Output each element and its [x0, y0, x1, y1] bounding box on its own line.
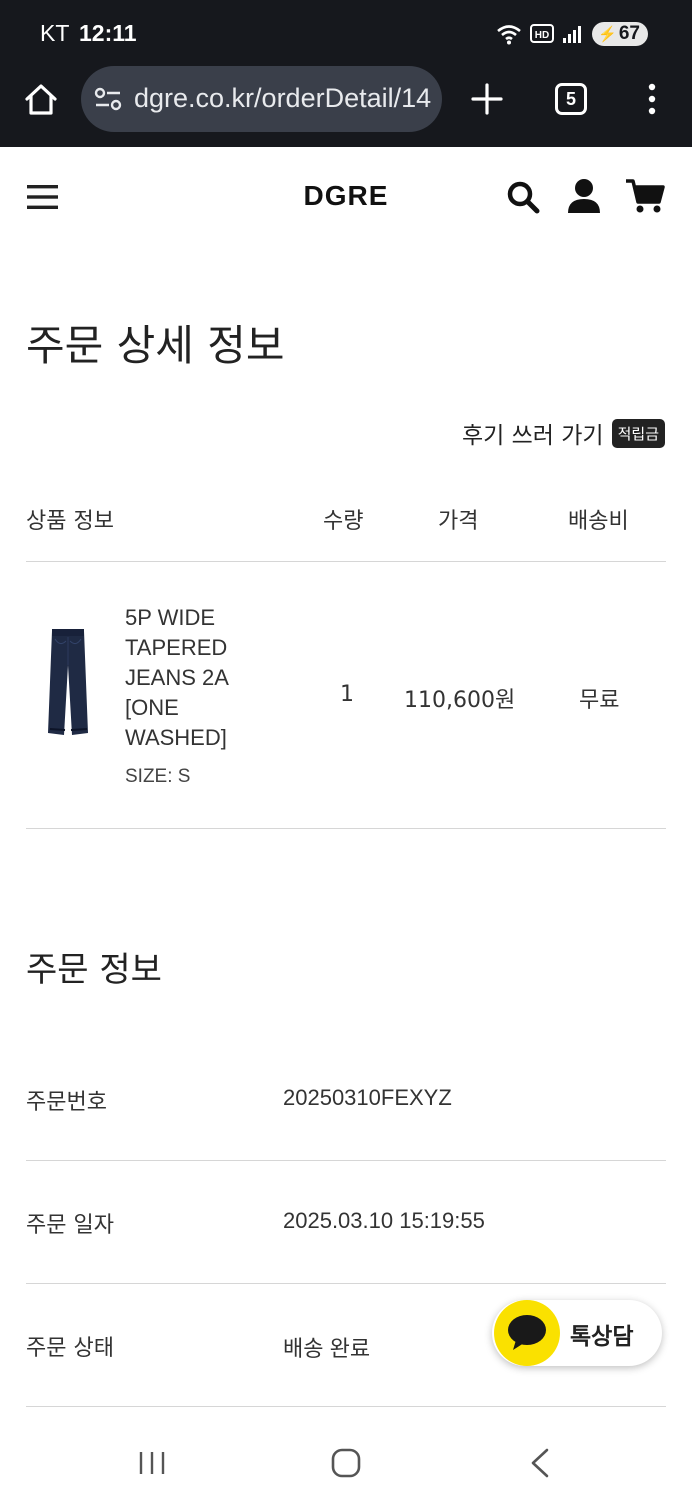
new-tab-icon[interactable]: [468, 80, 506, 118]
order-number-label: 주문번호: [26, 1090, 107, 1115]
order-info-title: 주문 정보: [26, 950, 162, 990]
svg-text:HD: HD: [535, 30, 549, 41]
signal-icon: [563, 26, 582, 43]
chat-label[interactable]: 톡상담: [570, 1317, 633, 1351]
header-shipping: 배송비: [568, 509, 629, 534]
product-image[interactable]: [44, 625, 92, 740]
user-account-icon[interactable]: [567, 178, 601, 214]
address-bar[interactable]: dgre.co.kr/orderDetail/14: [81, 66, 442, 132]
site-settings-icon[interactable]: [93, 85, 123, 113]
more-menu-icon[interactable]: [640, 82, 664, 116]
charging-icon: ⚡: [598, 26, 617, 43]
home-icon[interactable]: [22, 80, 60, 118]
kakao-chat-button[interactable]: 톡상담: [492, 1300, 662, 1366]
product-name[interactable]: 5P WIDE TAPERED JEANS 2A [ONE WASHED]: [125, 603, 275, 753]
recent-apps-icon[interactable]: [137, 1450, 167, 1476]
status-bar: KT 12:11 HD ⚡ 67: [0, 0, 692, 66]
carrier-label: KT: [40, 20, 70, 46]
chat-icon-circle: [494, 1300, 560, 1366]
browser-chrome: KT 12:11 HD ⚡ 67 dgre.co.kr/orderDetail/…: [0, 0, 692, 147]
hd-voice-icon: HD: [530, 24, 555, 43]
divider: [26, 828, 666, 829]
back-nav-icon[interactable]: [528, 1448, 552, 1478]
divider: [26, 1406, 666, 1407]
cart-icon[interactable]: [625, 178, 665, 214]
page-title: 주문 상세 정보: [26, 321, 285, 370]
product-quantity: 1: [340, 682, 354, 707]
write-review-label[interactable]: 후기 쓰러 가기: [462, 416, 604, 450]
order-date-value: 2025.03.10 15:19:55: [283, 1208, 485, 1233]
product-price: 110,600원: [404, 688, 516, 713]
search-icon[interactable]: [506, 180, 540, 214]
header-quantity: 수량: [323, 509, 364, 534]
status-icons: HD ⚡ 67: [496, 20, 648, 48]
header-product-info: 상품 정보: [26, 509, 114, 534]
order-status-label: 주문 상태: [26, 1336, 114, 1361]
divider: [26, 1160, 666, 1161]
header-price: 가격: [438, 509, 479, 534]
product-shipping: 무료: [579, 688, 620, 713]
clock: 12:11: [79, 20, 137, 46]
wifi-icon: [497, 25, 521, 45]
battery-icon: ⚡ 67: [592, 22, 648, 46]
reward-points-badge: 적립금: [611, 418, 665, 448]
order-date-label: 주문 일자: [26, 1213, 114, 1238]
order-status-value: 배송 완료: [283, 1336, 371, 1361]
divider: [26, 1283, 666, 1284]
home-nav-icon[interactable]: [331, 1448, 361, 1478]
order-number-value: 20250310FEXYZ: [283, 1085, 452, 1110]
divider: [26, 561, 666, 562]
tab-switcher-button[interactable]: 5: [555, 83, 587, 115]
system-nav-bar: [0, 1420, 692, 1500]
url-text[interactable]: dgre.co.kr/orderDetail/14: [134, 83, 431, 114]
chat-bubble-icon: [508, 1315, 546, 1350]
battery-level: 67: [618, 23, 640, 44]
write-review-link[interactable]: 후기 쓰러 가기 적립금: [462, 416, 665, 450]
product-size: SIZE: S: [125, 766, 191, 787]
